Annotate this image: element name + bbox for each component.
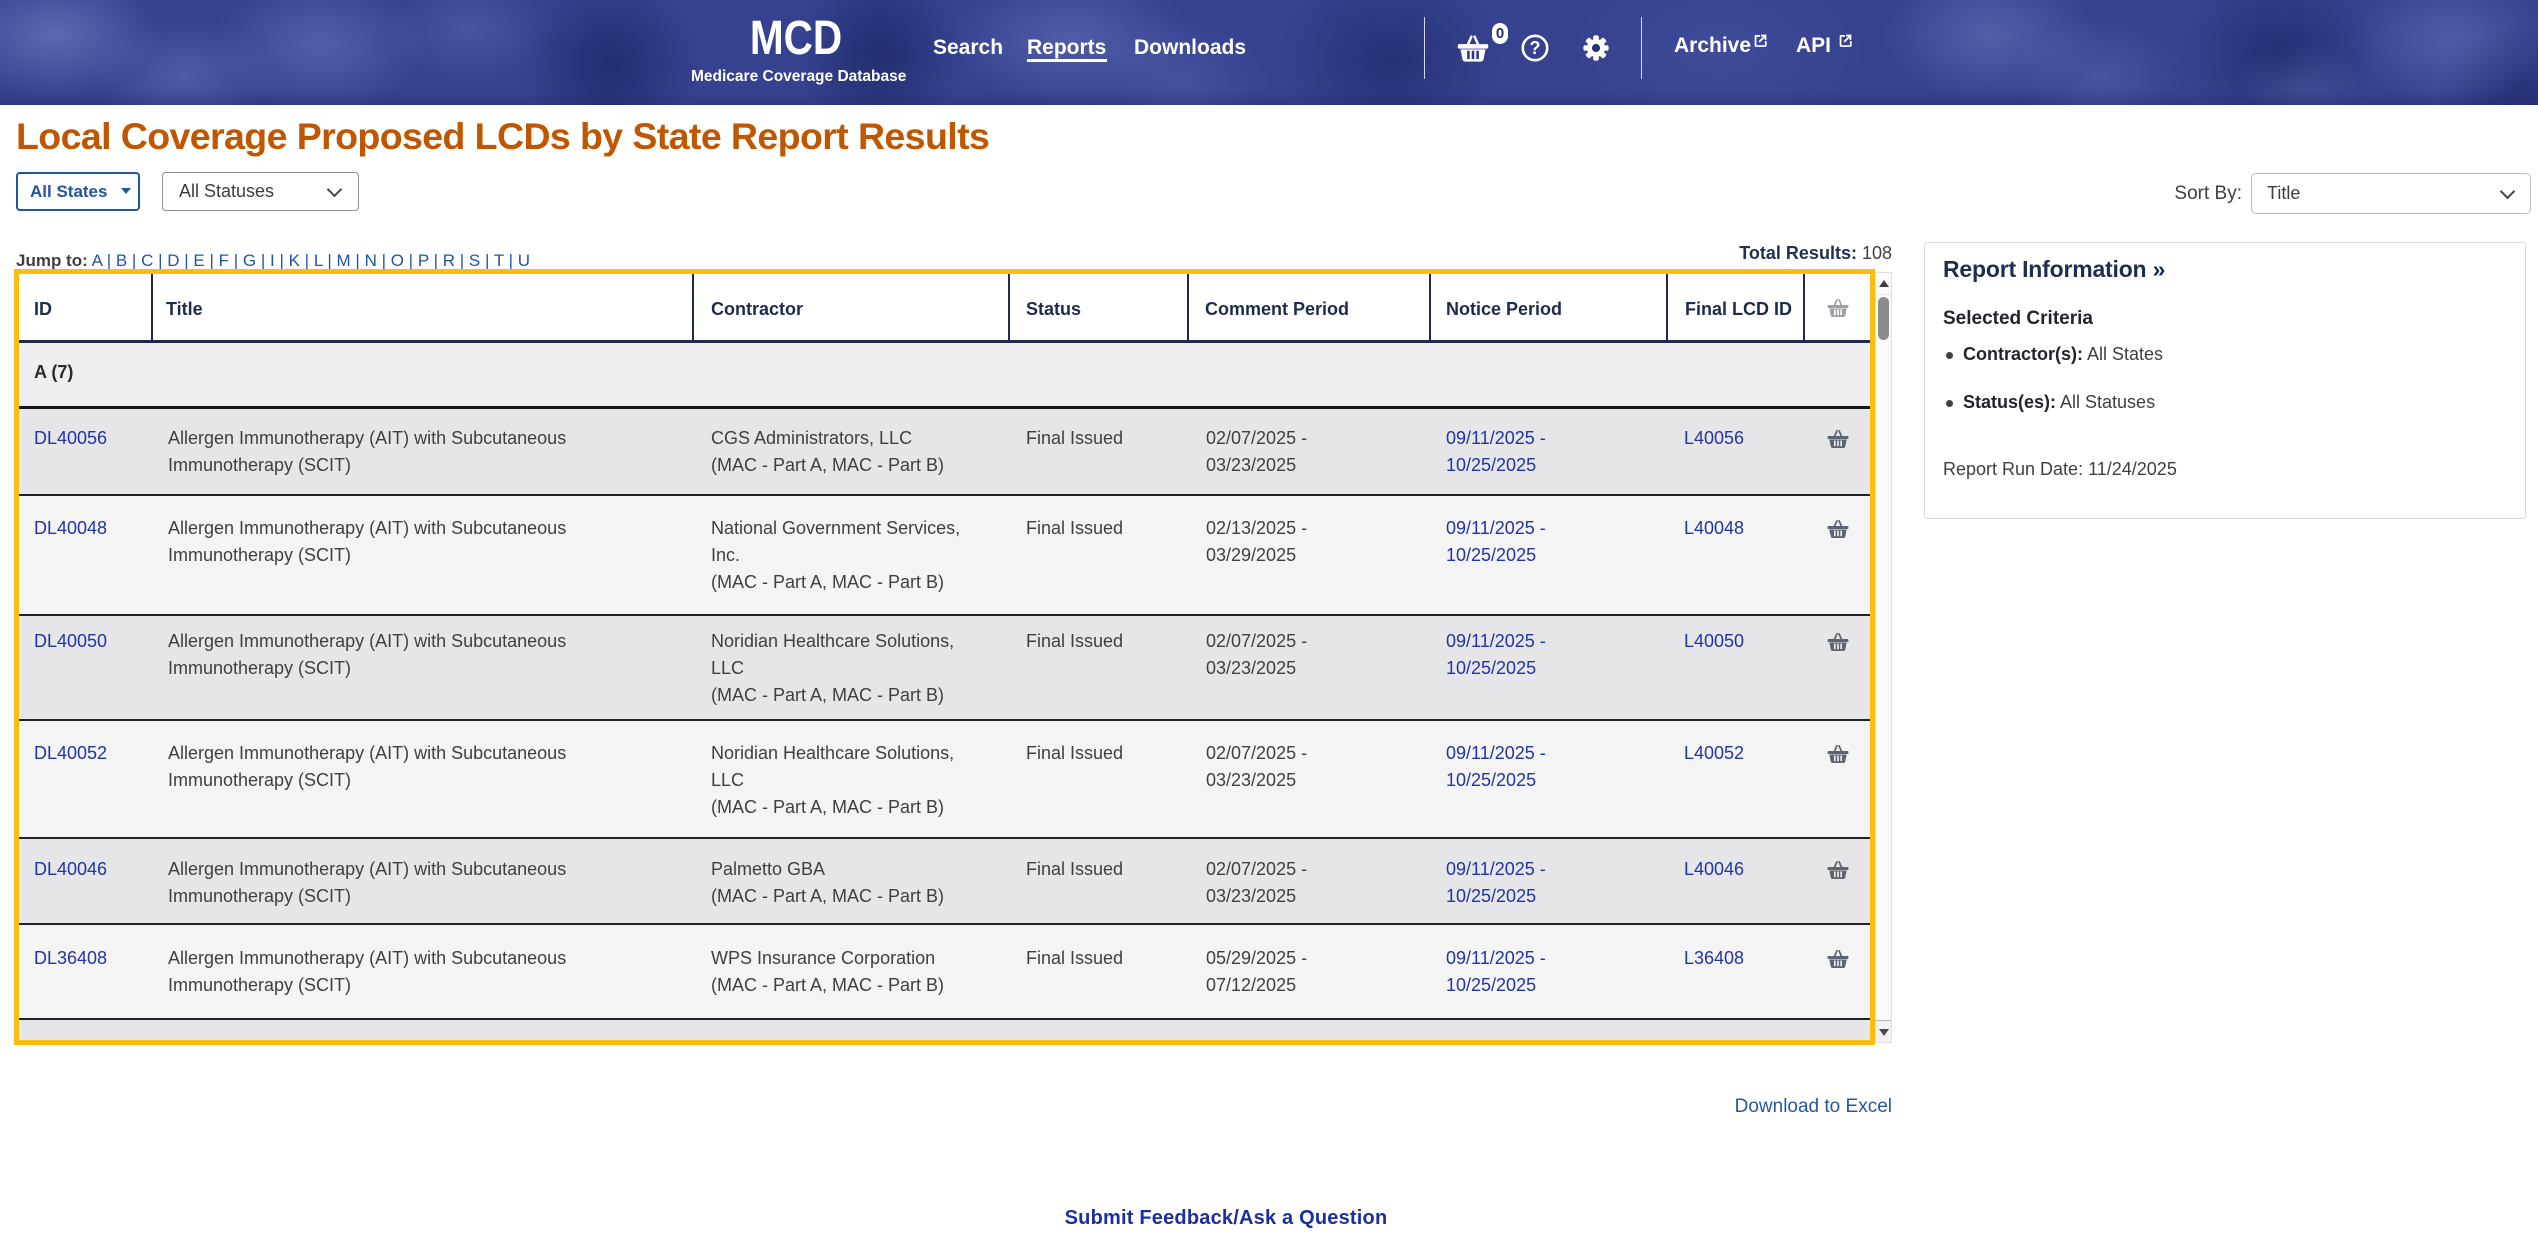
svg-text:?: ?: [1530, 38, 1541, 58]
